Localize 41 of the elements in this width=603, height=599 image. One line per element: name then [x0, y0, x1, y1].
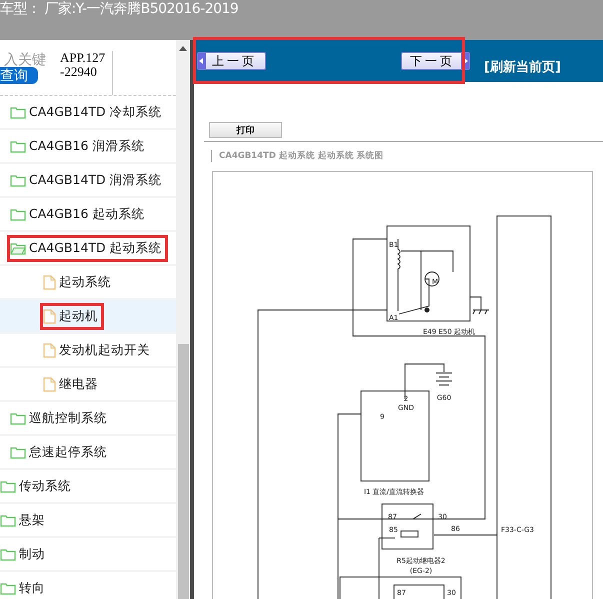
right-arrow-icon — [462, 58, 468, 64]
tree-item-text: 怠速起停系统 — [29, 444, 107, 460]
breadcrumb-text: CA4GB14TD 起动系统 起动系统 系统图 — [211, 150, 603, 162]
print-button[interactable]: 打印 — [209, 122, 282, 138]
tree-item-text: 起动系统 — [59, 274, 111, 290]
tree-item-text: 继电器 — [59, 376, 98, 392]
tree-row[interactable]: CA4GB14TD 起动系统 — [0, 232, 176, 266]
folder-icon — [10, 174, 26, 186]
file-icon — [43, 342, 56, 358]
folder-icon — [10, 412, 26, 424]
tree-item-text: 悬架 — [19, 512, 45, 528]
tree-item-text: 发动机起动开关 — [59, 342, 150, 358]
vehicle-model-title: 车型： 厂家:Y-一汽奔腾B502016-2019 — [0, 0, 238, 18]
folder-icon — [10, 140, 26, 152]
scrollbar-thumb[interactable] — [178, 344, 189, 599]
open-folder-icon — [10, 242, 26, 254]
file-icon — [43, 274, 56, 290]
scrollbar[interactable] — [176, 40, 190, 599]
next-page-button[interactable]: 下一页 — [401, 52, 470, 70]
tree-item-text: 转向 — [19, 580, 45, 596]
tree-item-text: CA4GB14TD 起动系统 — [29, 240, 162, 256]
tree-item-text: 传动系统 — [19, 478, 71, 494]
tree-item-text: CA4GB16 润滑系统 — [29, 138, 144, 154]
left-arrow-icon — [199, 58, 205, 64]
query-button[interactable]: 查询 — [0, 67, 38, 84]
folder-icon — [10, 446, 26, 458]
folder-icon — [10, 106, 26, 118]
file-icon — [43, 376, 56, 392]
file-icon — [43, 308, 56, 324]
refresh-page-link[interactable]: [刷新当前页] — [484, 58, 561, 76]
tree-row[interactable]: 起动机 — [0, 300, 176, 334]
tree-item-text: CA4GB14TD 润滑系统 — [29, 172, 162, 188]
tree-item-text: CA4GB16 起动系统 — [29, 206, 144, 222]
app-code-text: APP.127-22940 — [60, 51, 113, 95]
tree-item-text: CA4GB14TD 冷却系统 — [29, 104, 162, 120]
tree-item-text: 起动机 — [59, 308, 98, 324]
tree-item-text: 巡航控制系统 — [29, 410, 107, 426]
folder-icon — [10, 208, 26, 220]
previous-page-button[interactable]: 上一页 — [197, 52, 266, 70]
tree-item-text: 制动 — [19, 546, 45, 562]
scroll-up-arrow-icon[interactable] — [179, 46, 187, 51]
